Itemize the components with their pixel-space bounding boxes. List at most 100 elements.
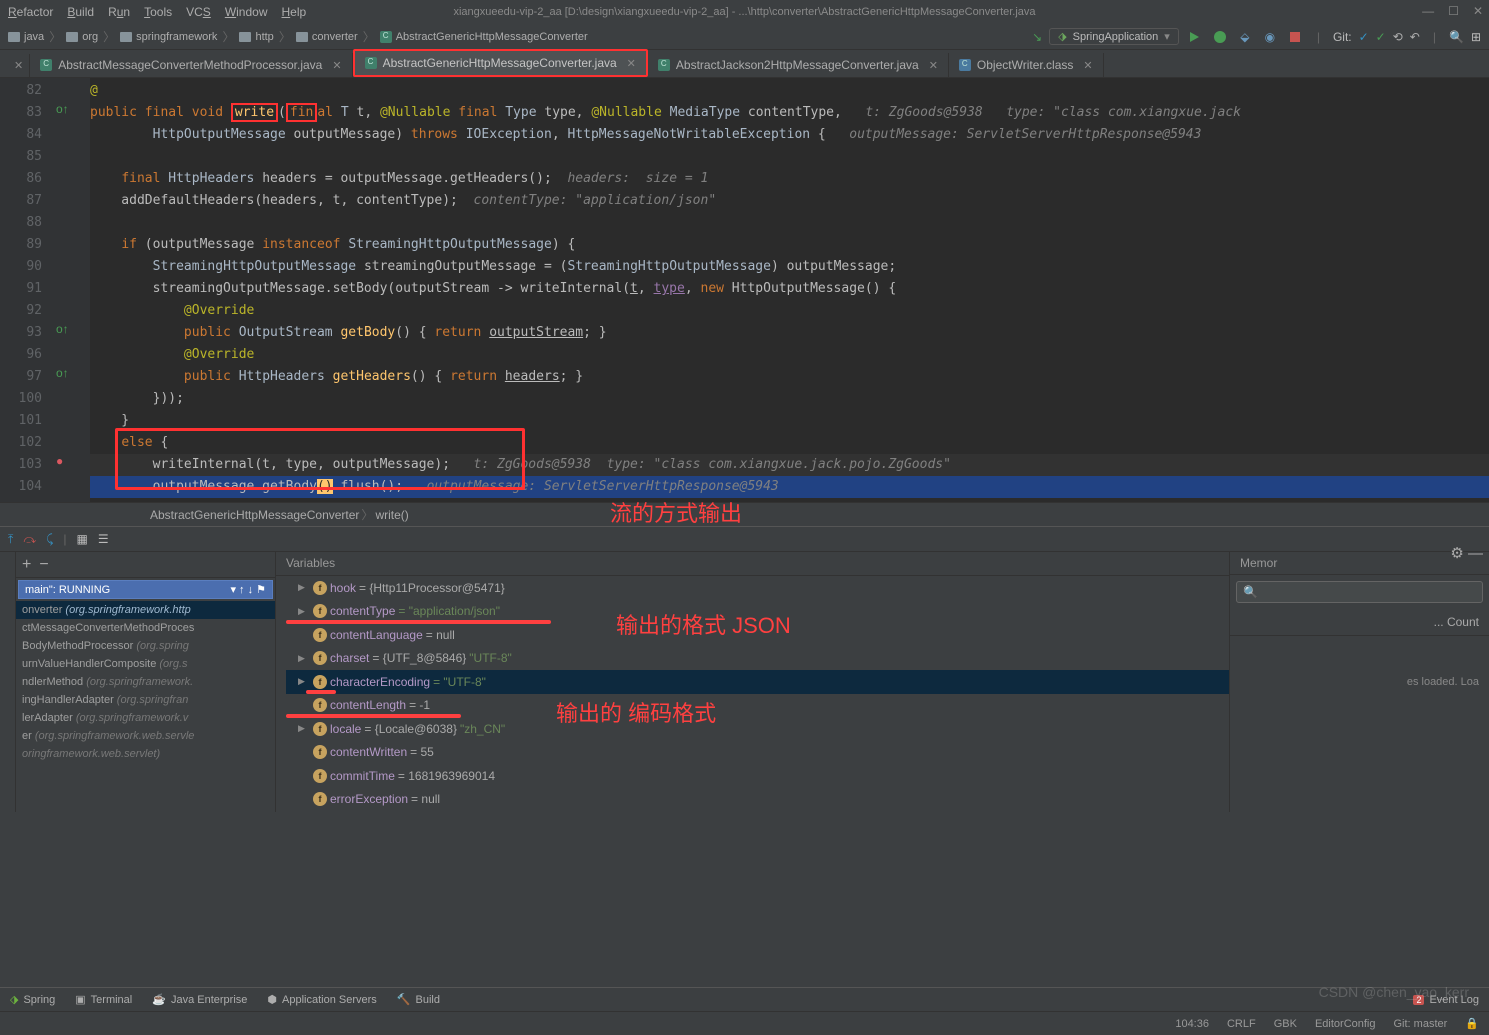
frame-item[interactable]: ingHandlerAdapter (org.springfran [16,691,275,709]
memory-search[interactable]: 🔍 [1236,581,1483,603]
debug-button[interactable] [1211,28,1229,46]
java-file-icon [365,57,377,69]
watermark: CSDN @chen_yao_kerr [1319,984,1469,1000]
menu-vcs[interactable]: VCS [186,5,211,19]
close-icon[interactable]: ✕ [929,59,938,72]
java-file-icon [40,59,52,71]
var-row: f errorException = null [286,788,1229,812]
structure-icon[interactable]: ⊞ [1471,30,1481,44]
frame-item[interactable]: BodyMethodProcessor (org.spring [16,637,275,655]
lock-icon[interactable]: 🔒 [1465,1017,1479,1030]
step-over-icon[interactable]: ⤼ [23,532,36,547]
close-button[interactable]: ✕ [1473,4,1483,18]
breakpoint-icon[interactable]: ● [56,454,63,468]
javaee-tab[interactable]: ☕Java Enterprise [152,993,247,1006]
editorconfig[interactable]: EditorConfig [1315,1018,1376,1030]
stop-button[interactable] [1286,28,1304,46]
terminal-tab[interactable]: ▣Terminal [75,993,132,1006]
profile-button[interactable]: ◉ [1261,28,1279,46]
editor-tabs: ✕ AbstractMessageConverterMethodProcesso… [0,50,1489,78]
maximize-button[interactable]: ☐ [1448,4,1459,18]
git-branch[interactable]: Git: master [1394,1018,1448,1030]
build-tab[interactable]: 🔨Build [397,993,440,1006]
menu-bar: Refactor Build Run Tools VCS Window Help… [0,0,1489,24]
variables-panel: Variables ▶f hook= {Http11Processor@5471… [276,552,1229,812]
override-icon[interactable]: o↑ [56,102,69,116]
frame-item[interactable]: ctMessageConverterMethodProces [16,619,275,637]
frame-item[interactable]: ndlerMethod (org.springframework. [16,673,275,691]
vcs-update-icon[interactable]: ✓ [1359,30,1369,44]
tab-close-left[interactable]: ✕ [4,54,30,77]
java-file-icon [658,59,670,71]
override-icon[interactable]: o↑ [56,322,69,336]
status-bar: 104:36 CRLF GBK EditorConfig Git: master… [0,1011,1489,1035]
run-button[interactable] [1186,28,1204,46]
annotation-encoding: 输出的 编码格式 [556,696,716,728]
code-content[interactable]: @ public final void write(final T t, @Nu… [90,78,1489,502]
tab-objectwriter[interactable]: ObjectWriter.class✕ [949,53,1104,77]
annotation-stream: 流的方式输出 [610,496,742,528]
menu-window[interactable]: Window [225,5,268,19]
crumb-org[interactable]: org [66,31,98,43]
menu-refactor[interactable]: Refactor [8,5,53,19]
tab-abstractmessage[interactable]: AbstractMessageConverterMethodProcessor.… [30,53,352,77]
search-icon[interactable]: 🔍 [1449,30,1464,44]
close-icon[interactable]: ✕ [627,57,636,70]
line-sep[interactable]: CRLF [1227,1018,1256,1030]
rerun-icon[interactable]: ⤒ [8,532,13,547]
crumb-spring[interactable]: springframework [120,31,217,43]
variables-tree[interactable]: ▶f hook= {Http11Processor@5471} ▶f conte… [276,576,1229,812]
list-icon[interactable]: ☰ [98,532,109,546]
crumb-class[interactable]: AbstractGenericHttpMessageConverter [380,31,588,43]
calculator-icon[interactable]: ▦ [76,532,87,546]
encoding[interactable]: GBK [1274,1018,1297,1030]
var-row: ▶f characterEncoding = "UTF-8" [286,670,1229,694]
cursor-position: 104:36 [1175,1018,1209,1030]
frame-item[interactable]: lerAdapter (org.springframework.v [16,709,275,727]
frame-item[interactable]: onverter (org.springframework.http [16,601,275,619]
var-row: ▶f charset = {UTF_8@5846} "UTF-8" [286,647,1229,671]
menu-build[interactable]: Build [67,5,94,19]
frame-item[interactable]: oringframework.web.servlet) [16,745,275,763]
debug-toolbar: ⤒ ⤼ ⤹ | ▦ ☰ [0,526,1489,552]
menu-tools[interactable]: Tools [144,5,172,19]
tab-abstractgeneric[interactable]: AbstractGenericHttpMessageConverter.java… [353,49,648,77]
close-icon[interactable]: ✕ [332,59,341,72]
minimize-button[interactable]: — [1422,4,1434,18]
crumb-http[interactable]: http [239,31,273,43]
crumb-java[interactable]: java [8,31,44,43]
add-frame-icon[interactable]: + [22,556,31,574]
appservers-tab[interactable]: ⬢Application Servers [267,993,376,1006]
coverage-button[interactable]: ⬙ [1236,28,1254,46]
git-label: Git: [1333,30,1352,44]
vcs-revert-icon[interactable]: ↶ [1410,30,1420,44]
class-icon [380,31,392,43]
toolbar: java〉 org〉 springframework〉 http〉 conver… [0,24,1489,50]
remove-frame-icon[interactable]: − [39,556,48,574]
vcs-history-icon[interactable]: ⟲ [1393,30,1403,44]
step-into-icon[interactable]: ⤹ [46,532,53,547]
variables-header: Variables [276,552,1229,576]
crumb-converter[interactable]: converter [296,31,358,43]
frame-item[interactable]: er (org.springframework.web.servle [16,727,275,745]
memory-panel: Memor 🔍 ... Count es loaded. Loa [1229,552,1489,812]
frame-item[interactable]: urnValueHandlerComposite (org.s [16,655,275,673]
settings-icon[interactable]: ⚙ — [1450,544,1483,562]
tab-abstractjackson[interactable]: AbstractJackson2HttpMessageConverter.jav… [648,53,949,77]
code-editor[interactable]: 8283848586878889909192939697100101102103… [0,78,1489,502]
bottom-tool-bar: ⬗Spring ▣Terminal ☕Java Enterprise ⬢Appl… [0,987,1489,1011]
folder-icon [8,32,20,42]
thread-dropdown[interactable]: main": RUNNING▾ ↑ ↓ ⚑ [18,580,273,599]
hammer-icon[interactable]: ↘ [1032,30,1042,44]
line-gutter: 8283848586878889909192939697100101102103… [0,78,50,502]
run-config-dropdown[interactable]: ⬗ SpringApplication ▾ [1049,28,1179,45]
class-file-icon [959,59,971,71]
close-icon[interactable]: ✕ [1083,59,1092,72]
menu-help[interactable]: Help [282,5,307,19]
spring-tab[interactable]: ⬗Spring [10,993,55,1006]
override-icon[interactable]: o↑ [56,366,69,380]
vcs-commit-icon[interactable]: ✓ [1376,30,1386,44]
mem-count-header: ... Count [1230,609,1489,636]
menu-run[interactable]: Run [108,5,130,19]
window-controls: — ☐ ✕ [1422,4,1483,18]
